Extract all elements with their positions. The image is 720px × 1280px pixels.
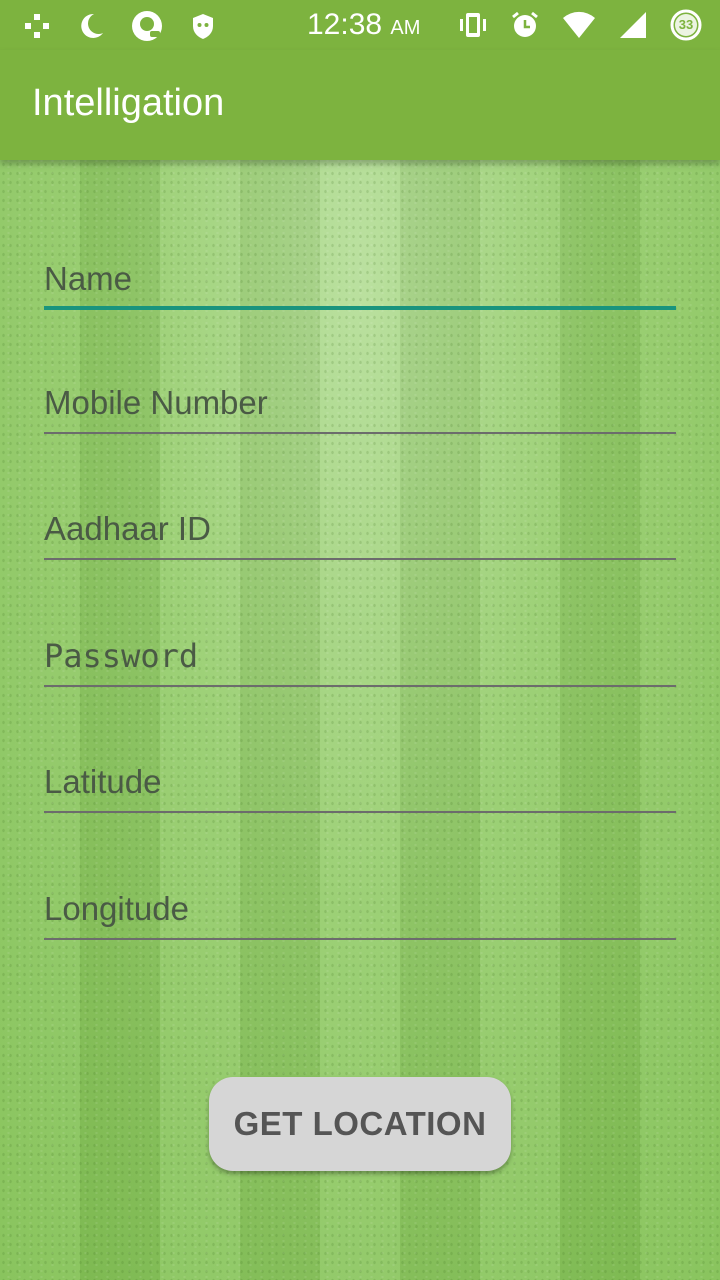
app-title: Intelligation: [32, 82, 225, 124]
password-placeholder: Password: [44, 637, 199, 675]
longitude-field[interactable]: Longitude: [44, 880, 676, 940]
get-location-button[interactable]: GET LOCATION: [209, 1077, 511, 1171]
alarm-icon: [512, 11, 538, 37]
name-field[interactable]: Name: [44, 250, 676, 310]
name-underline: [44, 306, 676, 310]
longitude-placeholder: Longitude: [44, 890, 189, 927]
battery-icon: 33: [670, 9, 702, 41]
latitude-underline: [44, 811, 676, 813]
shield-icon: [193, 14, 213, 39]
moon-icon: [81, 13, 103, 38]
aadhaar-id-underline: [44, 558, 676, 560]
wifi-icon: [563, 11, 595, 39]
latitude-placeholder: Latitude: [44, 763, 162, 800]
status-bar: 12:38 AM 33: [0, 0, 720, 50]
mobile-number-placeholder: Mobile Number: [44, 384, 268, 421]
crosshair-icon: [25, 14, 49, 38]
status-right-icons: 33: [458, 9, 702, 41]
app-icon: [132, 11, 162, 41]
mobile-number-underline: [44, 432, 676, 434]
app-bar: Intelligation: [0, 50, 720, 160]
status-time: 12:38 AM: [307, 8, 421, 41]
aadhaar-id-field[interactable]: Aadhaar ID: [44, 500, 676, 560]
vibrate-icon: [460, 13, 486, 37]
battery-level: 33: [678, 17, 694, 32]
mobile-number-field[interactable]: Mobile Number: [44, 374, 676, 434]
longitude-underline: [44, 938, 676, 940]
signal-icon: [620, 12, 646, 38]
aadhaar-id-placeholder: Aadhaar ID: [44, 510, 211, 547]
password-underline: [44, 685, 676, 687]
status-left-icons: [22, 9, 218, 43]
password-field[interactable]: Password: [44, 627, 676, 687]
latitude-field[interactable]: Latitude: [44, 753, 676, 813]
name-placeholder: Name: [44, 260, 133, 297]
